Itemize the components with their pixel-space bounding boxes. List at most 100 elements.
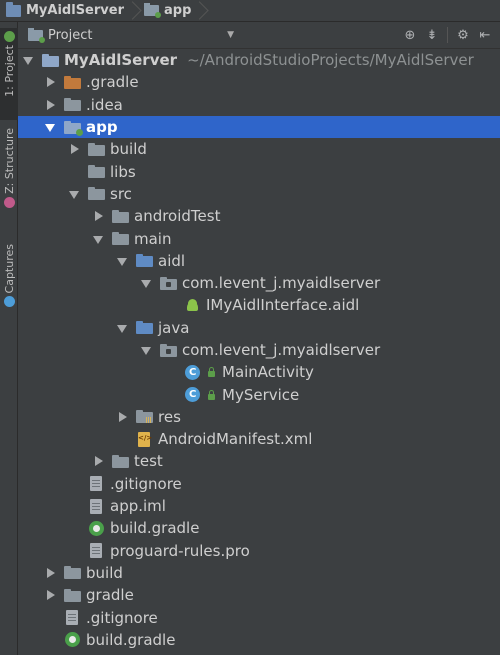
folder-icon <box>112 209 129 224</box>
tree-item-label: build.gradle <box>110 519 200 538</box>
collapse-arrow-icon[interactable] <box>44 99 56 111</box>
tree-item[interactable]: AndroidManifest.xml <box>18 428 500 450</box>
breadcrumb: MyAidlServer app <box>0 0 500 22</box>
tree-item[interactable]: build.gradle <box>18 517 500 539</box>
tree-item-label: MainActivity <box>222 363 314 382</box>
collapse-all-icon[interactable]: ⇟ <box>421 24 443 46</box>
tree-item[interactable]: gradle <box>18 584 500 606</box>
tree-item[interactable]: build.gradle <box>18 629 500 651</box>
folder-icon <box>64 75 81 90</box>
tree-item[interactable]: src <box>18 183 500 205</box>
class-icon <box>184 364 201 380</box>
source-folder-icon <box>136 320 153 335</box>
folder-icon <box>64 588 81 603</box>
tab-project[interactable]: 1: Project <box>0 28 18 120</box>
tree-item-label: proguard-rules.pro <box>110 541 250 560</box>
structure-tab-icon <box>3 196 15 208</box>
module-folder-icon <box>64 120 83 136</box>
collapse-arrow-icon[interactable] <box>44 589 56 601</box>
collapse-arrow-icon[interactable] <box>44 76 56 88</box>
tree-item[interactable]: build <box>18 562 500 584</box>
tree-item[interactable]: java <box>18 317 500 339</box>
resource-folder-icon <box>136 409 153 424</box>
tree-item[interactable]: com.levent_j.myaidlserver <box>18 272 500 294</box>
expand-arrow-icon[interactable] <box>116 255 128 267</box>
expand-arrow-icon[interactable] <box>68 188 80 200</box>
breadcrumb-module[interactable]: app <box>138 0 195 22</box>
tree-item-label: MyService <box>222 385 300 404</box>
tree-item-label: .idea <box>86 95 123 114</box>
tree-item-label: .gradle <box>86 73 139 92</box>
tab-project-label: 1: Project <box>2 45 16 97</box>
tree-item[interactable]: MainActivity <box>18 361 500 383</box>
view-mode-select[interactable]: Project ▼ <box>28 24 238 46</box>
tree-item-label: test <box>134 452 163 471</box>
folder-icon <box>112 454 129 469</box>
project-tree: MyAidlServer ~/AndroidStudioProjects/MyA… <box>18 49 500 655</box>
tree-item-selected[interactable]: app <box>18 115 500 139</box>
collapse-arrow-icon[interactable] <box>68 143 80 155</box>
expand-arrow-icon[interactable] <box>140 277 152 289</box>
view-mode-label: Project <box>48 27 93 43</box>
collapse-arrow-icon[interactable] <box>116 411 128 423</box>
gear-icon[interactable]: ⚙ <box>452 24 474 46</box>
project-panel-header: Project ▼ ⊕ ⇟ ⚙ ⇤ <box>18 22 500 49</box>
gradle-icon <box>64 632 81 648</box>
expand-arrow-icon[interactable] <box>44 121 56 133</box>
tree-item[interactable]: aidl <box>18 250 500 272</box>
tree-item[interactable]: .gitignore <box>18 473 500 495</box>
tree-item[interactable]: .idea <box>18 94 500 116</box>
panel-toolbar: ⊕ ⇟ ⚙ ⇤ <box>399 22 496 49</box>
expand-arrow-icon[interactable] <box>22 54 34 66</box>
folder-icon <box>64 97 81 112</box>
folder-icon <box>88 186 105 201</box>
breadcrumb-project-label: MyAidlServer <box>26 3 124 18</box>
xml-file-icon <box>136 431 153 447</box>
tree-item[interactable]: com.levent_j.myaidlserver <box>18 339 500 361</box>
collapse-arrow-icon[interactable] <box>92 210 104 222</box>
android-icon <box>184 298 201 313</box>
collapse-arrow-icon[interactable] <box>44 567 56 579</box>
tree-item[interactable]: res <box>18 406 500 428</box>
tree-item-label: build <box>110 140 147 159</box>
tree-root[interactable]: MyAidlServer ~/AndroidStudioProjects/MyA… <box>18 49 500 71</box>
expand-arrow-icon[interactable] <box>116 322 128 334</box>
module-folder-icon <box>42 53 59 68</box>
tree-item[interactable]: androidTest <box>18 205 500 227</box>
tree-item-label: libs <box>110 162 136 181</box>
tree-item-label: AndroidManifest.xml <box>158 430 313 449</box>
expand-arrow-icon[interactable] <box>92 233 104 245</box>
module-folder-icon <box>143 3 161 18</box>
toolbar-divider <box>447 27 448 43</box>
hide-panel-icon[interactable]: ⇤ <box>474 24 496 46</box>
tree-item[interactable]: libs <box>18 160 500 182</box>
class-icon <box>184 387 201 403</box>
scroll-from-source-icon[interactable]: ⊕ <box>399 24 421 46</box>
breadcrumb-separator <box>195 0 205 22</box>
tree-item-label: aidl <box>158 251 186 270</box>
tab-structure[interactable]: Z: Structure <box>0 128 18 230</box>
tree-item[interactable]: IMyAidlInterface.aidl <box>18 294 500 316</box>
expand-arrow-icon[interactable] <box>140 344 152 356</box>
tree-item[interactable]: main <box>18 227 500 249</box>
breadcrumb-project[interactable]: MyAidlServer <box>0 0 128 22</box>
folder-icon <box>88 142 105 157</box>
project-view-icon <box>28 27 45 43</box>
tree-item[interactable]: build <box>18 138 500 160</box>
tree-item-label: build.gradle <box>86 630 176 649</box>
tree-item[interactable]: MyService <box>18 383 500 405</box>
tab-captures[interactable]: Captures <box>0 244 18 324</box>
package-icon <box>160 343 177 358</box>
tree-item[interactable]: proguard-rules.pro <box>18 540 500 562</box>
collapse-arrow-icon[interactable] <box>92 455 104 467</box>
tree-item[interactable]: .gradle <box>18 71 500 93</box>
tree-item[interactable]: app.iml <box>18 495 500 517</box>
tree-item-label: .gitignore <box>86 608 158 627</box>
tree-item[interactable]: test <box>18 450 500 472</box>
tree-item-label: java <box>158 318 190 337</box>
iml-file-icon <box>88 498 105 514</box>
tool-window-strip: 1: Project Z: Structure Captures <box>0 22 18 655</box>
breadcrumb-module-label: app <box>163 3 192 18</box>
tree-item[interactable]: .gitignore <box>18 606 500 628</box>
chevron-down-icon: ▼ <box>227 30 234 40</box>
